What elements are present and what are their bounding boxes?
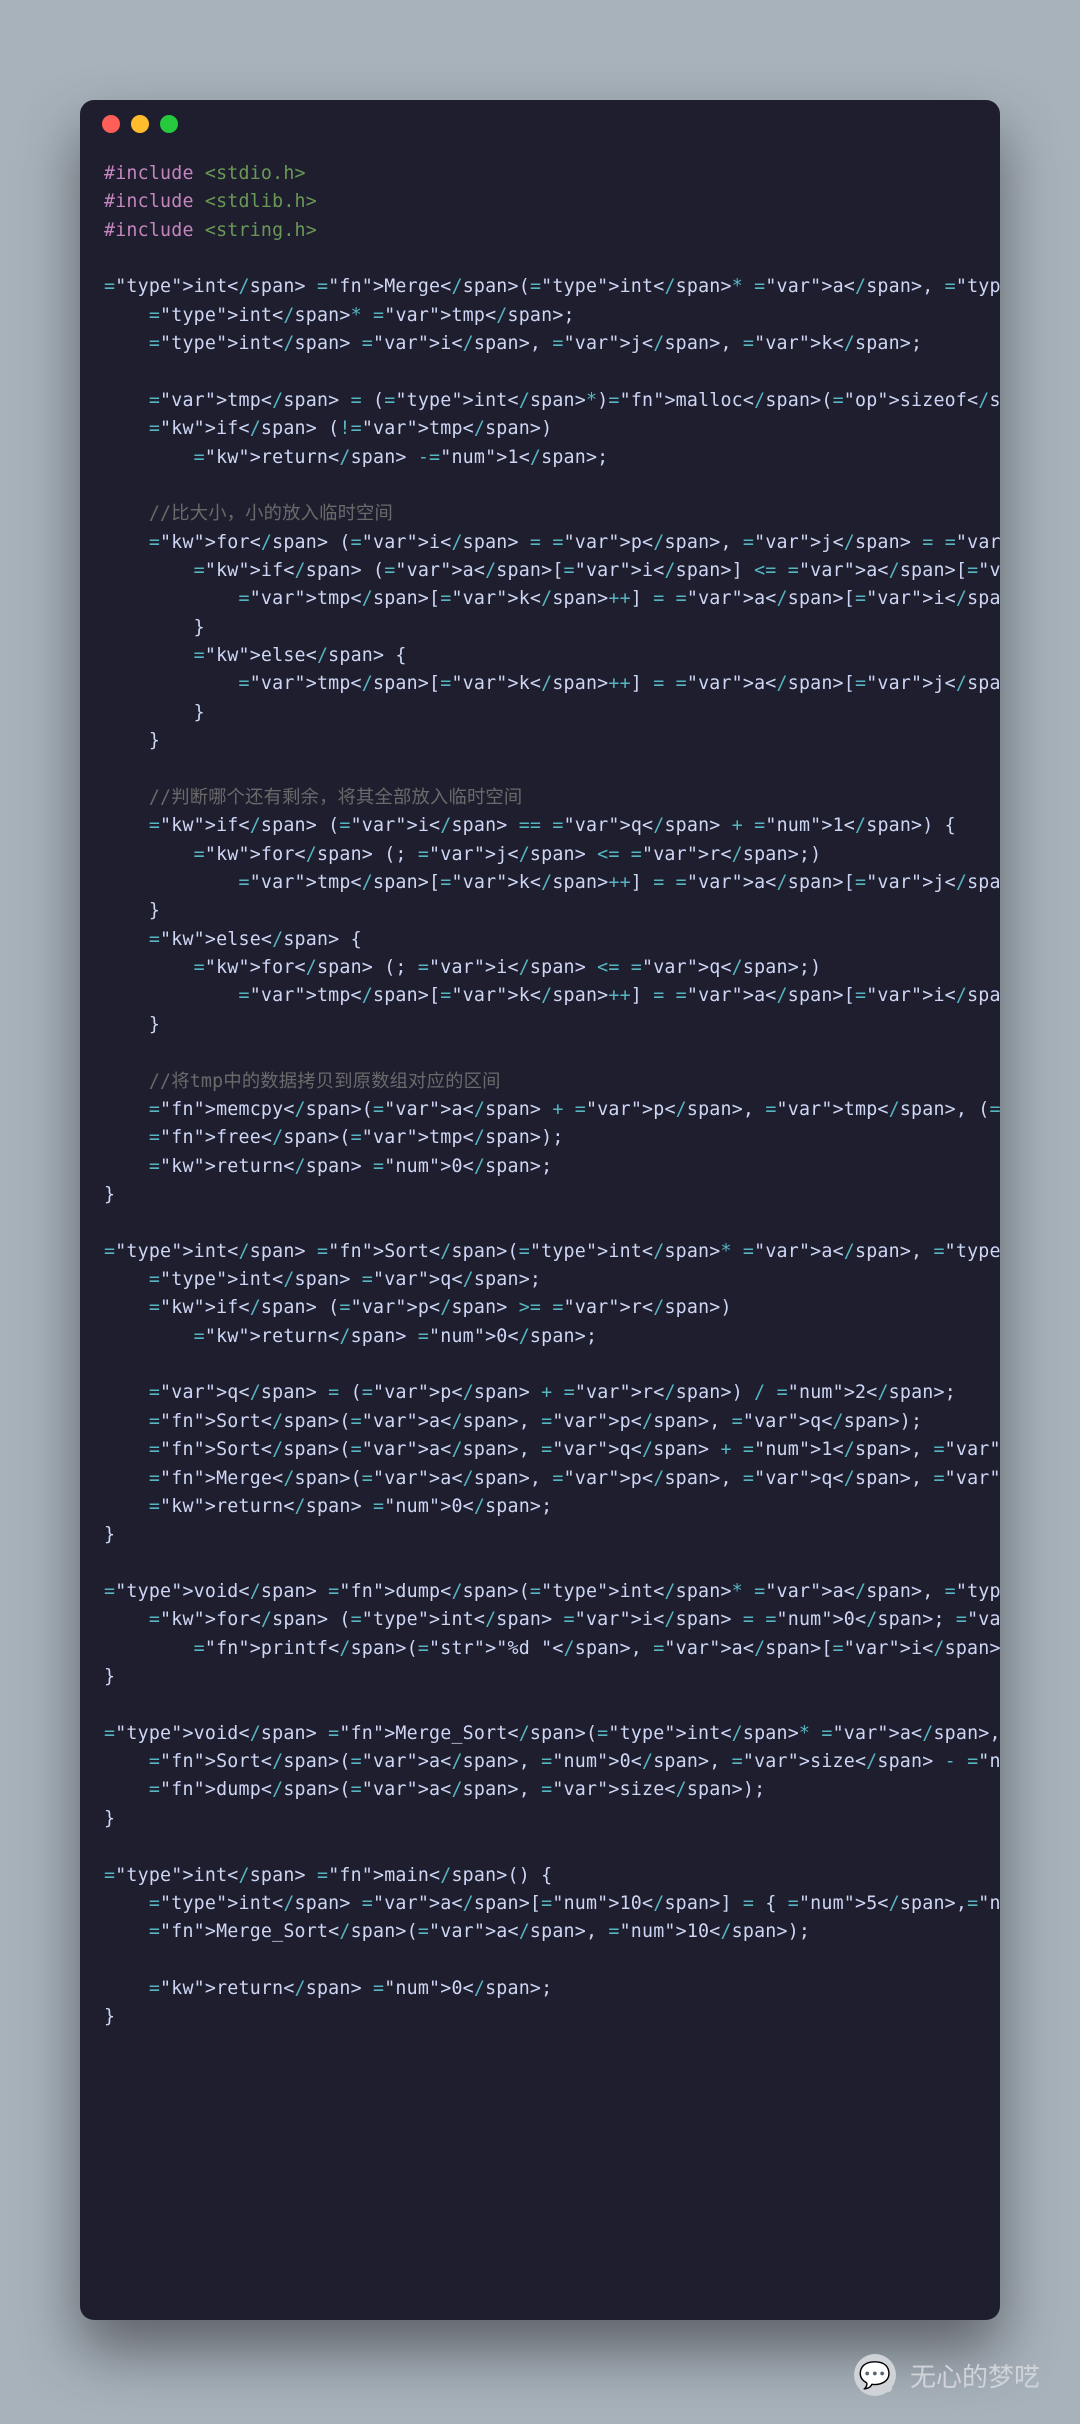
wechat-icon: 💬 (854, 2354, 896, 2396)
watermark: 💬 无心的梦呓 (854, 2354, 1040, 2396)
window-titlebar (80, 100, 1000, 148)
watermark-text: 无心的梦呓 (910, 2357, 1040, 2394)
maximize-icon[interactable] (160, 115, 178, 133)
close-icon[interactable] (102, 115, 120, 133)
code-content: #include <stdio.h> #include <stdlib.h> #… (80, 148, 1000, 2056)
minimize-icon[interactable] (131, 115, 149, 133)
code-window: #include <stdio.h> #include <stdlib.h> #… (80, 100, 1000, 2320)
